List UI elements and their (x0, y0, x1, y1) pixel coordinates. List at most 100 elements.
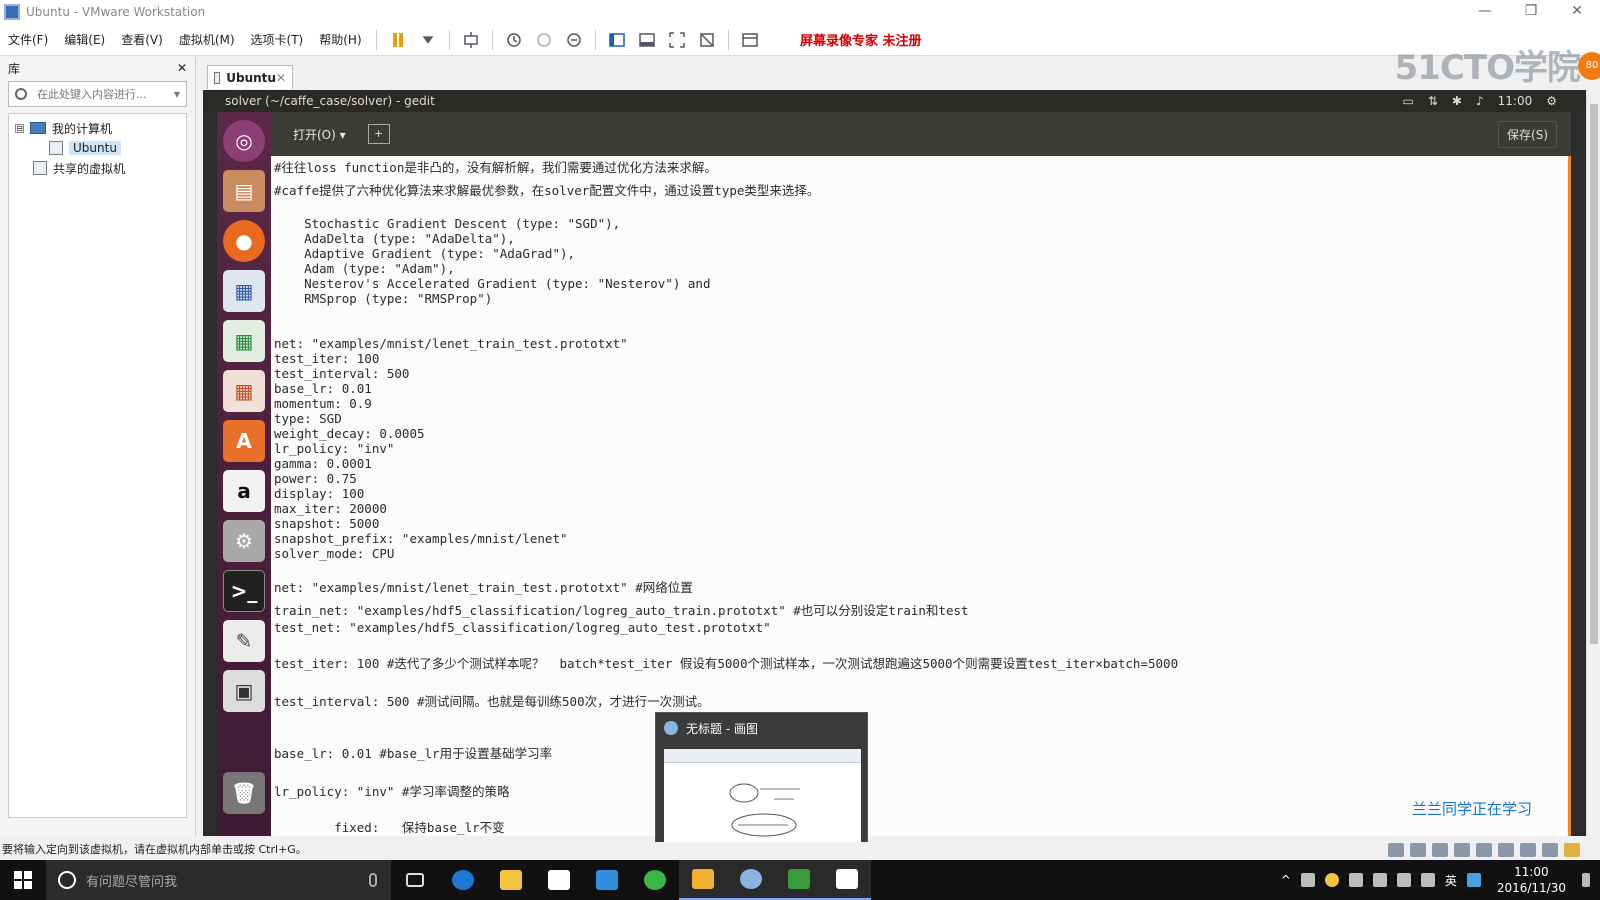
open-button[interactable]: 打开(O) ▾ (285, 122, 354, 147)
tray-app-icon[interactable] (1324, 873, 1339, 887)
app-green-icon[interactable] (631, 860, 679, 900)
guest-clock[interactable]: 11:00 (1498, 94, 1533, 108)
editor-line: train_net: "examples/hdf5_classification… (274, 603, 969, 618)
app-blue-icon[interactable] (583, 860, 631, 900)
battery-icon[interactable] (1348, 873, 1363, 887)
editor-line: net: "examples/mnist/lenet_train_test.pr… (274, 580, 693, 595)
impress-icon[interactable]: ▦ (223, 370, 265, 412)
cd-icon[interactable] (1410, 843, 1426, 857)
network-indicator-icon[interactable]: ⇅ (1428, 94, 1438, 108)
system-settings-icon[interactable]: ⚙ (223, 520, 265, 562)
bluetooth-indicator-icon[interactable]: ✱ (1452, 94, 1462, 108)
toolbar-divider (491, 29, 493, 50)
message-icon[interactable] (1564, 843, 1580, 857)
disk-icon[interactable]: ▣ (223, 670, 265, 712)
pause-button[interactable] (386, 29, 410, 51)
menu-vm[interactable]: 虚拟机(M) (171, 31, 243, 48)
tray-app-icon[interactable] (1466, 873, 1481, 887)
editor-line: lr_policy: "inv" #学习率调整的策略 (274, 784, 510, 799)
menu-tabs[interactable]: 选项卡(T) (243, 31, 312, 48)
floppy-icon[interactable] (1432, 843, 1448, 857)
close-button[interactable]: ✕ (1554, 0, 1600, 24)
calc-icon[interactable]: ▦ (223, 320, 265, 362)
menu-help[interactable]: 帮助(H) (311, 31, 369, 48)
revert-snapshot-icon[interactable] (532, 29, 556, 51)
menu-file[interactable]: 文件(F) (0, 31, 56, 48)
fullscreen-icon[interactable] (665, 29, 689, 51)
software-center-icon[interactable]: A (223, 420, 265, 462)
new-document-icon[interactable]: + (367, 124, 390, 144)
editor-line: snapshot_prefix: "examples/mnist/lenet" (274, 531, 568, 546)
hdd-icon[interactable] (1388, 843, 1404, 857)
edge-icon[interactable] (439, 860, 487, 900)
unity-mode-icon[interactable] (695, 29, 719, 51)
status-bar: 要将输入定向到该虚拟机，请在虚拟机内部单击或按 Ctrl+G。 (0, 842, 1600, 860)
camtasia-recorder-icon[interactable] (823, 860, 871, 900)
network-adapter-icon[interactable] (1454, 843, 1470, 857)
paint-taskbar-icon[interactable] (727, 860, 775, 900)
restore-button[interactable]: ❐ (1508, 0, 1554, 24)
menu-edit[interactable]: 编辑(E) (56, 31, 113, 48)
menu-view[interactable]: 查看(V) (113, 31, 171, 48)
tree-item-my-computer[interactable]: ⊟ 我的计算机 (9, 118, 186, 138)
start-button[interactable] (0, 860, 46, 900)
snapshot-icon[interactable] (502, 29, 526, 51)
minimize-button[interactable]: — (1462, 0, 1508, 24)
editor-line: fixed: 保持base_lr不变 (274, 820, 505, 835)
scrollbar-thumb[interactable] (1590, 104, 1598, 644)
task-view-icon[interactable] (391, 860, 439, 900)
thumbnail-bar-icon[interactable] (635, 29, 659, 51)
camtasia-icon[interactable] (775, 860, 823, 900)
library-panel: 库 ✕ 在此处键入内容进行... ▾ ⊟ 我的计算机 Ubuntu 共享的虚拟机 (0, 57, 196, 835)
volume-indicator-icon[interactable]: ♪ (1476, 94, 1484, 108)
snapshot-manager-icon[interactable] (562, 29, 586, 51)
terminal-icon[interactable]: >_ (223, 570, 265, 612)
console-view-icon[interactable] (738, 29, 762, 51)
text-editor-icon[interactable]: ✎ (223, 620, 265, 662)
taskbar-clock[interactable]: 11:00 2016/11/30 (1497, 864, 1566, 896)
chevron-down-icon[interactable]: ▾ (174, 87, 180, 101)
vmware-taskbar-icon[interactable] (679, 860, 727, 900)
action-center-icon[interactable] (1582, 873, 1590, 887)
trash-icon[interactable]: 🗑 (223, 772, 265, 814)
pause-dropdown-icon[interactable] (416, 29, 440, 51)
show-hidden-icons[interactable]: ^ (1281, 873, 1291, 887)
save-button[interactable]: 保存(S) (1498, 120, 1557, 148)
writer-icon[interactable]: ▦ (223, 270, 265, 312)
tree-item-ubuntu[interactable]: Ubuntu (9, 138, 186, 158)
volume-icon[interactable] (1396, 873, 1411, 887)
text-editor-area[interactable]: #往往loss function是非凸的，没有解析解，我们需要通过优化方法来求解… (271, 156, 1571, 836)
editor-line: power: 0.75 (274, 471, 357, 486)
files-icon[interactable]: ▤ (223, 170, 265, 212)
preview-thumbnail[interactable] (664, 749, 861, 849)
sound-card-icon[interactable] (1498, 843, 1514, 857)
wifi-icon[interactable] (1372, 873, 1387, 887)
show-library-icon[interactable] (605, 29, 629, 51)
firefox-icon[interactable]: ● (223, 220, 265, 262)
amazon-icon[interactable]: a (223, 470, 265, 512)
collapse-icon[interactable]: ⊟ (15, 123, 24, 133)
store-icon[interactable] (535, 860, 583, 900)
vertical-scrollbar[interactable] (1586, 90, 1600, 836)
tab-close-icon[interactable]: ✕ (276, 71, 286, 85)
guest-screen[interactable]: solver (~/caffe_case/solver) - gedit ▭ ⇅… (203, 90, 1587, 836)
dash-home-icon[interactable]: ◎ (223, 120, 265, 162)
tab-ubuntu[interactable]: Ubuntu ✕ (207, 65, 293, 89)
editor-line: #caffe提供了六种优化算法来求解最优参数，在solver配置文件中，通过设置… (274, 183, 820, 198)
microphone-icon[interactable] (369, 873, 377, 887)
file-explorer-icon[interactable] (487, 860, 535, 900)
taskbar-preview-popup[interactable]: 无标题 - 画图 (655, 712, 868, 858)
send-ctrl-alt-del-icon[interactable] (459, 29, 483, 51)
tree-item-shared-vms[interactable]: 共享的虚拟机 (9, 158, 186, 178)
usb-icon[interactable] (1520, 843, 1536, 857)
printer-icon[interactable] (1476, 843, 1492, 857)
tray-app-icon[interactable] (1300, 873, 1315, 887)
cortana-search-box[interactable]: 有问题尽管问我 (46, 860, 391, 900)
library-search-input[interactable]: 在此处键入内容进行... ▾ (8, 81, 187, 107)
keyboard-indicator-icon[interactable]: ▭ (1403, 94, 1414, 108)
input-language[interactable]: 英 (1445, 872, 1457, 889)
keyboard-icon[interactable] (1420, 873, 1435, 887)
gear-icon[interactable]: ⚙ (1546, 94, 1557, 108)
display-icon[interactable] (1542, 843, 1558, 857)
library-close-icon[interactable]: ✕ (177, 61, 187, 75)
